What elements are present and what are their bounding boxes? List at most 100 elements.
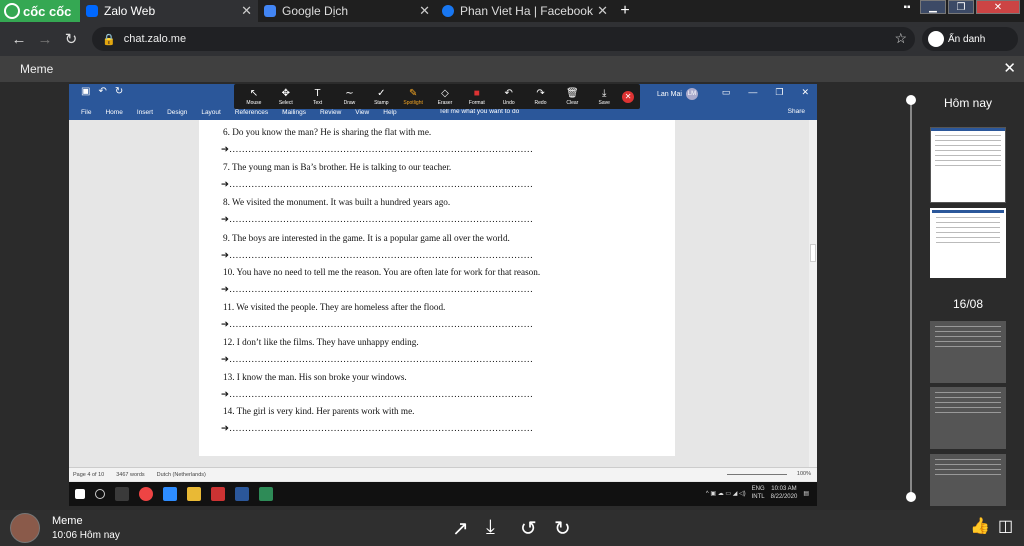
question-9: 9. The boys are interested in the game. … bbox=[223, 233, 510, 243]
ribbon-tab: Layout bbox=[201, 108, 221, 116]
rotate-right-icon[interactable]: ↻ bbox=[554, 516, 571, 541]
stamp-icon: ✓ Stamp bbox=[374, 87, 389, 106]
timeline-dot-bottom[interactable] bbox=[906, 492, 916, 502]
thumbnail[interactable] bbox=[930, 454, 1006, 506]
thumbnail[interactable] bbox=[930, 387, 1006, 449]
incognito-icon bbox=[928, 31, 944, 47]
tab-facebook[interactable]: Phan Viet Ha | Facebook ✕ bbox=[436, 0, 614, 22]
ribbon-options-icon: ▭ bbox=[721, 87, 731, 97]
save-icon: ▣ bbox=[81, 86, 91, 97]
address-bar: ← → ↻ 🔒 chat.zalo.me ☆ Ẩn danh bbox=[0, 22, 1024, 56]
minimize-icon: — bbox=[748, 87, 758, 97]
close-tab-icon[interactable]: ✕ bbox=[597, 3, 608, 19]
word-user-name: Lan Mai bbox=[657, 90, 682, 98]
back-button[interactable]: ← bbox=[6, 31, 32, 48]
question-11: 11. We visited the people. They are home… bbox=[223, 302, 446, 312]
bookmark-star-icon[interactable]: ☆ bbox=[894, 30, 907, 47]
page-count: Page 4 of 10 bbox=[73, 471, 105, 478]
google-translate-favicon-icon bbox=[264, 5, 276, 17]
viewer-footer: Meme 10:06 Hôm nay ↗ ⤓ ↺ ↻ 👍 ◫ bbox=[0, 510, 1024, 546]
tab-google-translate[interactable]: Google Dịch ✕ bbox=[258, 0, 436, 22]
thumbnail-selected[interactable] bbox=[930, 208, 1006, 278]
question-14: 14. The girl is very kind. Her parents w… bbox=[223, 406, 415, 416]
zalo-favicon-icon bbox=[86, 5, 98, 17]
incognito-button[interactable]: Ẩn danh bbox=[922, 27, 1018, 51]
tab-title: Phan Viet Ha | Facebook bbox=[460, 4, 593, 18]
close-viewer-button[interactable]: ✕ bbox=[1003, 59, 1016, 77]
undo-icon: ↶ bbox=[98, 86, 107, 97]
answer-line: ➔…………………………………………………………………………………… bbox=[221, 251, 533, 261]
ribbon-tab: View bbox=[355, 108, 370, 116]
restore-icon: ❐ bbox=[775, 87, 784, 97]
new-tab-button[interactable]: + bbox=[614, 0, 636, 22]
minimize-button[interactable]: ▁ bbox=[920, 0, 946, 14]
zoom-slider bbox=[727, 474, 787, 475]
facebook-favicon-icon bbox=[442, 5, 454, 17]
ribbon-tab: Help bbox=[383, 108, 397, 116]
eraser-icon: ◇ Eraser bbox=[437, 87, 453, 106]
close-window-button[interactable]: ✕ bbox=[976, 0, 1020, 14]
answer-line: ➔…………………………………………………………………………………… bbox=[221, 390, 533, 400]
ribbon-tab: Review bbox=[319, 108, 342, 116]
tray-language: ENG INTL bbox=[751, 486, 765, 500]
windows-start-icon bbox=[75, 489, 85, 499]
coccoc-logo[interactable]: cốc cốc bbox=[0, 0, 80, 22]
rotate-left-icon[interactable]: ↺ bbox=[520, 516, 537, 541]
tab-title: Zalo Web bbox=[104, 4, 156, 18]
screen: cốc cốc Zalo Web ✕ Google Dịch ✕ Phan Vi… bbox=[0, 0, 1024, 546]
layout-toggle-icon[interactable]: ◫ bbox=[998, 516, 1013, 536]
draw-icon: ∼ Draw bbox=[343, 87, 356, 106]
avatar[interactable] bbox=[10, 513, 40, 543]
notification-icon: ▤ bbox=[803, 490, 809, 497]
trash-icon: 🗑 Clear bbox=[566, 87, 579, 106]
language: Dutch (Netherlands) bbox=[156, 471, 206, 478]
tab-title: Google Dịch bbox=[282, 4, 349, 18]
sender-name: Meme bbox=[52, 515, 83, 527]
chrome-icon bbox=[139, 487, 153, 501]
close-tab-icon[interactable]: ✕ bbox=[241, 3, 252, 19]
redo-icon: ↻ bbox=[114, 86, 124, 97]
tab-zalo[interactable]: Zalo Web ✕ bbox=[80, 0, 258, 22]
ribbon-tab: References bbox=[234, 108, 269, 116]
download-icon[interactable]: ⤓ bbox=[486, 516, 495, 539]
document-page: 6. Do you know the man? He is sharing th… bbox=[199, 120, 675, 456]
image-viewer-header: Meme ✕ bbox=[0, 56, 1024, 82]
file-explorer-icon bbox=[187, 487, 201, 501]
answer-line: ➔…………………………………………………………………………………… bbox=[221, 180, 533, 190]
word-scrollbar bbox=[809, 120, 817, 468]
like-icon[interactable]: 👍 bbox=[970, 516, 990, 536]
reload-button[interactable]: ↻ bbox=[58, 30, 84, 48]
thumbnail[interactable] bbox=[930, 127, 1006, 203]
answer-line: ➔…………………………………………………………………………………… bbox=[221, 285, 533, 295]
search-icon bbox=[95, 489, 105, 499]
maximize-button[interactable]: ❐ bbox=[948, 0, 974, 14]
word-window-controls: ▭ — ❐ ✕ bbox=[722, 87, 809, 98]
shared-image-word-window: ▣ ↶ ↻ Lan Mai LM ▭ — ❐ ✕ File Home Inser… bbox=[69, 84, 817, 506]
word-count: 3467 words bbox=[116, 471, 145, 478]
task-view-icon bbox=[115, 487, 129, 501]
signal-icon: ▪▪ bbox=[903, 1, 911, 13]
answer-line: ➔…………………………………………………………………………………… bbox=[221, 320, 533, 330]
timeline-dot-top[interactable] bbox=[906, 95, 916, 105]
question-12: 12. I don’t like the films. They have un… bbox=[223, 337, 419, 347]
thumbnail[interactable] bbox=[930, 321, 1006, 383]
save-icon: ⤓ Save bbox=[598, 87, 610, 106]
question-6: 6. Do you know the man? He is sharing th… bbox=[223, 127, 432, 137]
answer-line: ➔…………………………………………………………………………………… bbox=[221, 145, 533, 155]
annotation-toolbar: ↖ Mouse ✥ Select T Text ∼ Draw ✓ Stamp ✎ Spotl… bbox=[234, 84, 640, 109]
spotlight-icon: ✎ Spotlight bbox=[403, 87, 423, 106]
share-arrow-icon[interactable]: ↗ bbox=[452, 516, 469, 541]
close-tab-icon[interactable]: ✕ bbox=[419, 3, 430, 19]
close-icon: ✕ bbox=[801, 87, 809, 97]
viewer-title: Meme bbox=[20, 62, 54, 76]
forward-button[interactable]: → bbox=[32, 31, 58, 48]
question-8: 8. We visited the monument. It was built… bbox=[223, 197, 451, 207]
ribbon-tab: Design bbox=[167, 108, 188, 116]
url-field[interactable]: 🔒 chat.zalo.me ☆ bbox=[92, 27, 915, 51]
answer-line: ➔…………………………………………………………………………………… bbox=[221, 355, 533, 365]
url-text: chat.zalo.me bbox=[123, 33, 187, 45]
window-controls: ▪▪ ▁ ❐ ✕ bbox=[896, 0, 1024, 18]
lock-icon: 🔒 bbox=[102, 33, 116, 46]
question-10: 10. You have no need to tell me the reas… bbox=[223, 267, 541, 277]
redo-icon: ↷ Redo bbox=[534, 87, 547, 106]
